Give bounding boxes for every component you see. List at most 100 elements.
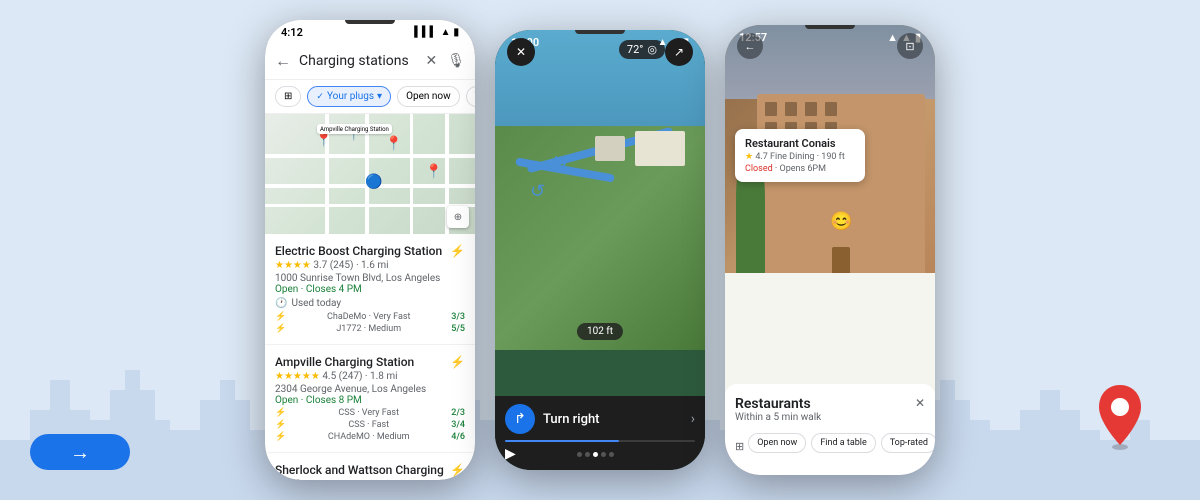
station-item-1[interactable]: Electric Boost Charging Station ⚡ ★★★★ 3… bbox=[265, 234, 475, 345]
search-text: Charging stations bbox=[299, 53, 417, 69]
map-pin-3: 📍 bbox=[385, 136, 402, 152]
plug-row-2a: ⚡ CSS · Very Fast 2/3 bbox=[275, 408, 465, 418]
clear-icon[interactable]: ✕ bbox=[425, 53, 437, 69]
road-h1 bbox=[265, 154, 475, 158]
dot-4 bbox=[601, 452, 606, 457]
nav-panel: ↱ Turn right › ▶ bbox=[495, 396, 705, 470]
building-2 bbox=[595, 136, 625, 161]
plug-row-1b: ⚡ J1772 · Medium 5/5 bbox=[275, 324, 465, 334]
progress-fill bbox=[505, 440, 619, 442]
close-button[interactable]: ✕ bbox=[507, 38, 535, 66]
plug-type-1a: ChaDeMo · Very Fast bbox=[327, 312, 410, 322]
turn-info: Turn right bbox=[543, 412, 600, 427]
phone1-status-icons: ▍▍▍ ▲ ▮ bbox=[415, 27, 460, 38]
gallery-button[interactable]: ⊡ bbox=[897, 33, 923, 59]
sheet-close-button[interactable]: ✕ bbox=[915, 396, 925, 410]
station-3-ev-icon: ⚡ bbox=[450, 463, 465, 477]
plug-type-1b: J1772 · Medium bbox=[336, 324, 401, 334]
map-area[interactable]: 📍 📍 📍 📍 🔵 Ampville Charging Station ⊕ bbox=[265, 114, 475, 234]
road-h3 bbox=[265, 204, 475, 207]
bottom-sheet: Restaurants Within a 5 min walk ✕ ⊞ Open… bbox=[725, 384, 935, 475]
road-v3 bbox=[410, 114, 413, 234]
play-button[interactable]: ▶ bbox=[505, 446, 516, 462]
station-1-ev-icon: ⚡ bbox=[450, 244, 465, 258]
window-4 bbox=[825, 102, 837, 116]
station-item-2[interactable]: Ampville Charging Station ⚡ ★★★★★ 4.5 (2… bbox=[265, 345, 475, 453]
sheet-subtitle: Within a 5 min walk bbox=[735, 412, 821, 423]
building-facade bbox=[757, 94, 925, 272]
phone-2-content: 10:00 ▲ ▲ ▮ ✕ ↗ bbox=[495, 30, 705, 470]
open-now-filter[interactable]: Open now bbox=[748, 433, 806, 453]
plug-icon-1b: ⚡ bbox=[275, 324, 286, 334]
station-2-address: 2304 George Avenue, Los Angeles bbox=[275, 384, 465, 395]
back-icon[interactable]: ← bbox=[275, 51, 291, 71]
map-pin-4: 📍 bbox=[425, 164, 442, 180]
sheet-filter-icon-row: ⊞ Open now Find a table Top-rated More bbox=[735, 433, 925, 459]
nav-arrow-2: ↺ bbox=[530, 181, 545, 202]
station-1-rating-val: 3.7 bbox=[313, 260, 329, 271]
next-arrow[interactable]: › bbox=[691, 411, 695, 427]
facade-door bbox=[832, 247, 850, 273]
plug-icon-2b: ⚡ bbox=[275, 420, 286, 430]
plug-type-2c: CHAdeMO · Medium bbox=[328, 432, 410, 442]
filter-options-icon: ⊞ bbox=[735, 440, 744, 453]
station-2-rating: ★★★★★ 4.5 (247) · 1.8 mi bbox=[275, 371, 465, 382]
distance-value: 102 ft bbox=[587, 326, 613, 337]
station-3-name-row: Sherlock and Wattson Charging Station ⚡ bbox=[275, 463, 465, 480]
popup-open-time: · Opens 6PM bbox=[775, 164, 826, 174]
used-text: Used today bbox=[291, 298, 341, 309]
popup-restaurant-name: Restaurant Conais bbox=[745, 137, 855, 150]
station-2-name: Ampville Charging Station bbox=[275, 355, 414, 369]
filter-options[interactable]: ⊞ bbox=[275, 86, 301, 107]
plug-row-2c: ⚡ CHAdeMO · Medium 4/6 bbox=[275, 432, 465, 442]
station-2-status: Open · Closes 8 PM bbox=[275, 395, 465, 406]
signal-icon: ▍▍▍ bbox=[415, 27, 438, 38]
nav-controls: ▶ bbox=[505, 446, 695, 462]
station-2-name-row: Ampville Charging Station ⚡ bbox=[275, 355, 465, 369]
popup-status: Closed · Opens 6PM bbox=[745, 164, 855, 174]
top-rated-chip[interactable]: Top rated bbox=[466, 86, 475, 107]
station-3-name: Sherlock and Wattson Charging Station bbox=[275, 463, 450, 480]
dot-1 bbox=[577, 452, 582, 457]
top-rated-filter[interactable]: Top-rated bbox=[881, 433, 935, 453]
nav-dots bbox=[577, 452, 614, 457]
plug-avail-2a: 2/3 bbox=[451, 408, 465, 418]
plug-icon-2c: ⚡ bbox=[275, 432, 286, 442]
filter-bar: ⊞ ✓ Your plugs ▾ Open now Top rated bbox=[265, 80, 475, 114]
emoji-marker: 😊 bbox=[830, 211, 852, 232]
plug-row-2b: ⚡ CSS · Fast 3/4 bbox=[275, 420, 465, 430]
station-list: Electric Boost Charging Station ⚡ ★★★★ 3… bbox=[265, 234, 475, 480]
sheet-filters: Open now Find a table Top-rated More bbox=[748, 433, 935, 453]
phones-container: 4:12 ▍▍▍ ▲ ▮ ← Charging stations ✕ 🎙 bbox=[0, 0, 1200, 500]
map-label-ampville: Ampville Charging Station bbox=[317, 124, 392, 134]
share-button[interactable]: ↗ bbox=[665, 38, 693, 66]
clock-icon: 🕐 bbox=[275, 298, 287, 309]
turn-text: Turn right bbox=[543, 412, 600, 427]
map-background: 📍 📍 📍 📍 🔵 Ampville Charging Station ⊕ bbox=[265, 114, 475, 234]
nav-turn: ↱ Turn right bbox=[505, 404, 600, 434]
station-item-3[interactable]: Sherlock and Wattson Charging Station ⚡ … bbox=[265, 453, 475, 480]
street-top-controls: ✕ ↗ bbox=[495, 30, 705, 74]
phone-2: 10:00 ▲ ▲ ▮ ✕ ↗ bbox=[495, 30, 705, 470]
phone1-search-bar[interactable]: ← Charging stations ✕ 🎙 bbox=[265, 43, 475, 80]
map-pin-5: 🔵 bbox=[365, 174, 382, 190]
phone-3: 12:57 ▲ ▲ ▮ ← ⊡ Restaurant Conais bbox=[725, 25, 935, 475]
check-icon: ✓ bbox=[316, 92, 324, 102]
popup-stars: ★ bbox=[745, 152, 753, 162]
mic-icon[interactable]: 🎙 bbox=[447, 53, 465, 69]
plug-avail-1b: 5/5 bbox=[451, 324, 465, 334]
back-button[interactable]: ← bbox=[737, 33, 763, 59]
progress-bar bbox=[505, 440, 695, 442]
find-table-filter[interactable]: Find a table bbox=[811, 433, 875, 453]
station-2-ev-icon: ⚡ bbox=[450, 355, 465, 369]
nav-direction: ↱ Turn right › bbox=[505, 404, 695, 434]
map-layers-btn[interactable]: ⊕ bbox=[447, 206, 469, 228]
station-1-rating: ★★★★ 3.7 (245) · 1.6 mi bbox=[275, 260, 465, 271]
your-plugs-label: Your plugs bbox=[327, 91, 374, 102]
plug-avail-2b: 3/4 bbox=[451, 420, 465, 430]
phone-1-content: 4:12 ▍▍▍ ▲ ▮ ← Charging stations ✕ 🎙 bbox=[265, 20, 475, 480]
your-plugs-chip[interactable]: ✓ Your plugs ▾ bbox=[307, 86, 391, 107]
map-pin-1: 📍 bbox=[315, 132, 332, 148]
plug-row-1a: ⚡ ChaDeMo · Very Fast 3/3 bbox=[275, 312, 465, 322]
open-now-chip[interactable]: Open now bbox=[397, 86, 460, 107]
